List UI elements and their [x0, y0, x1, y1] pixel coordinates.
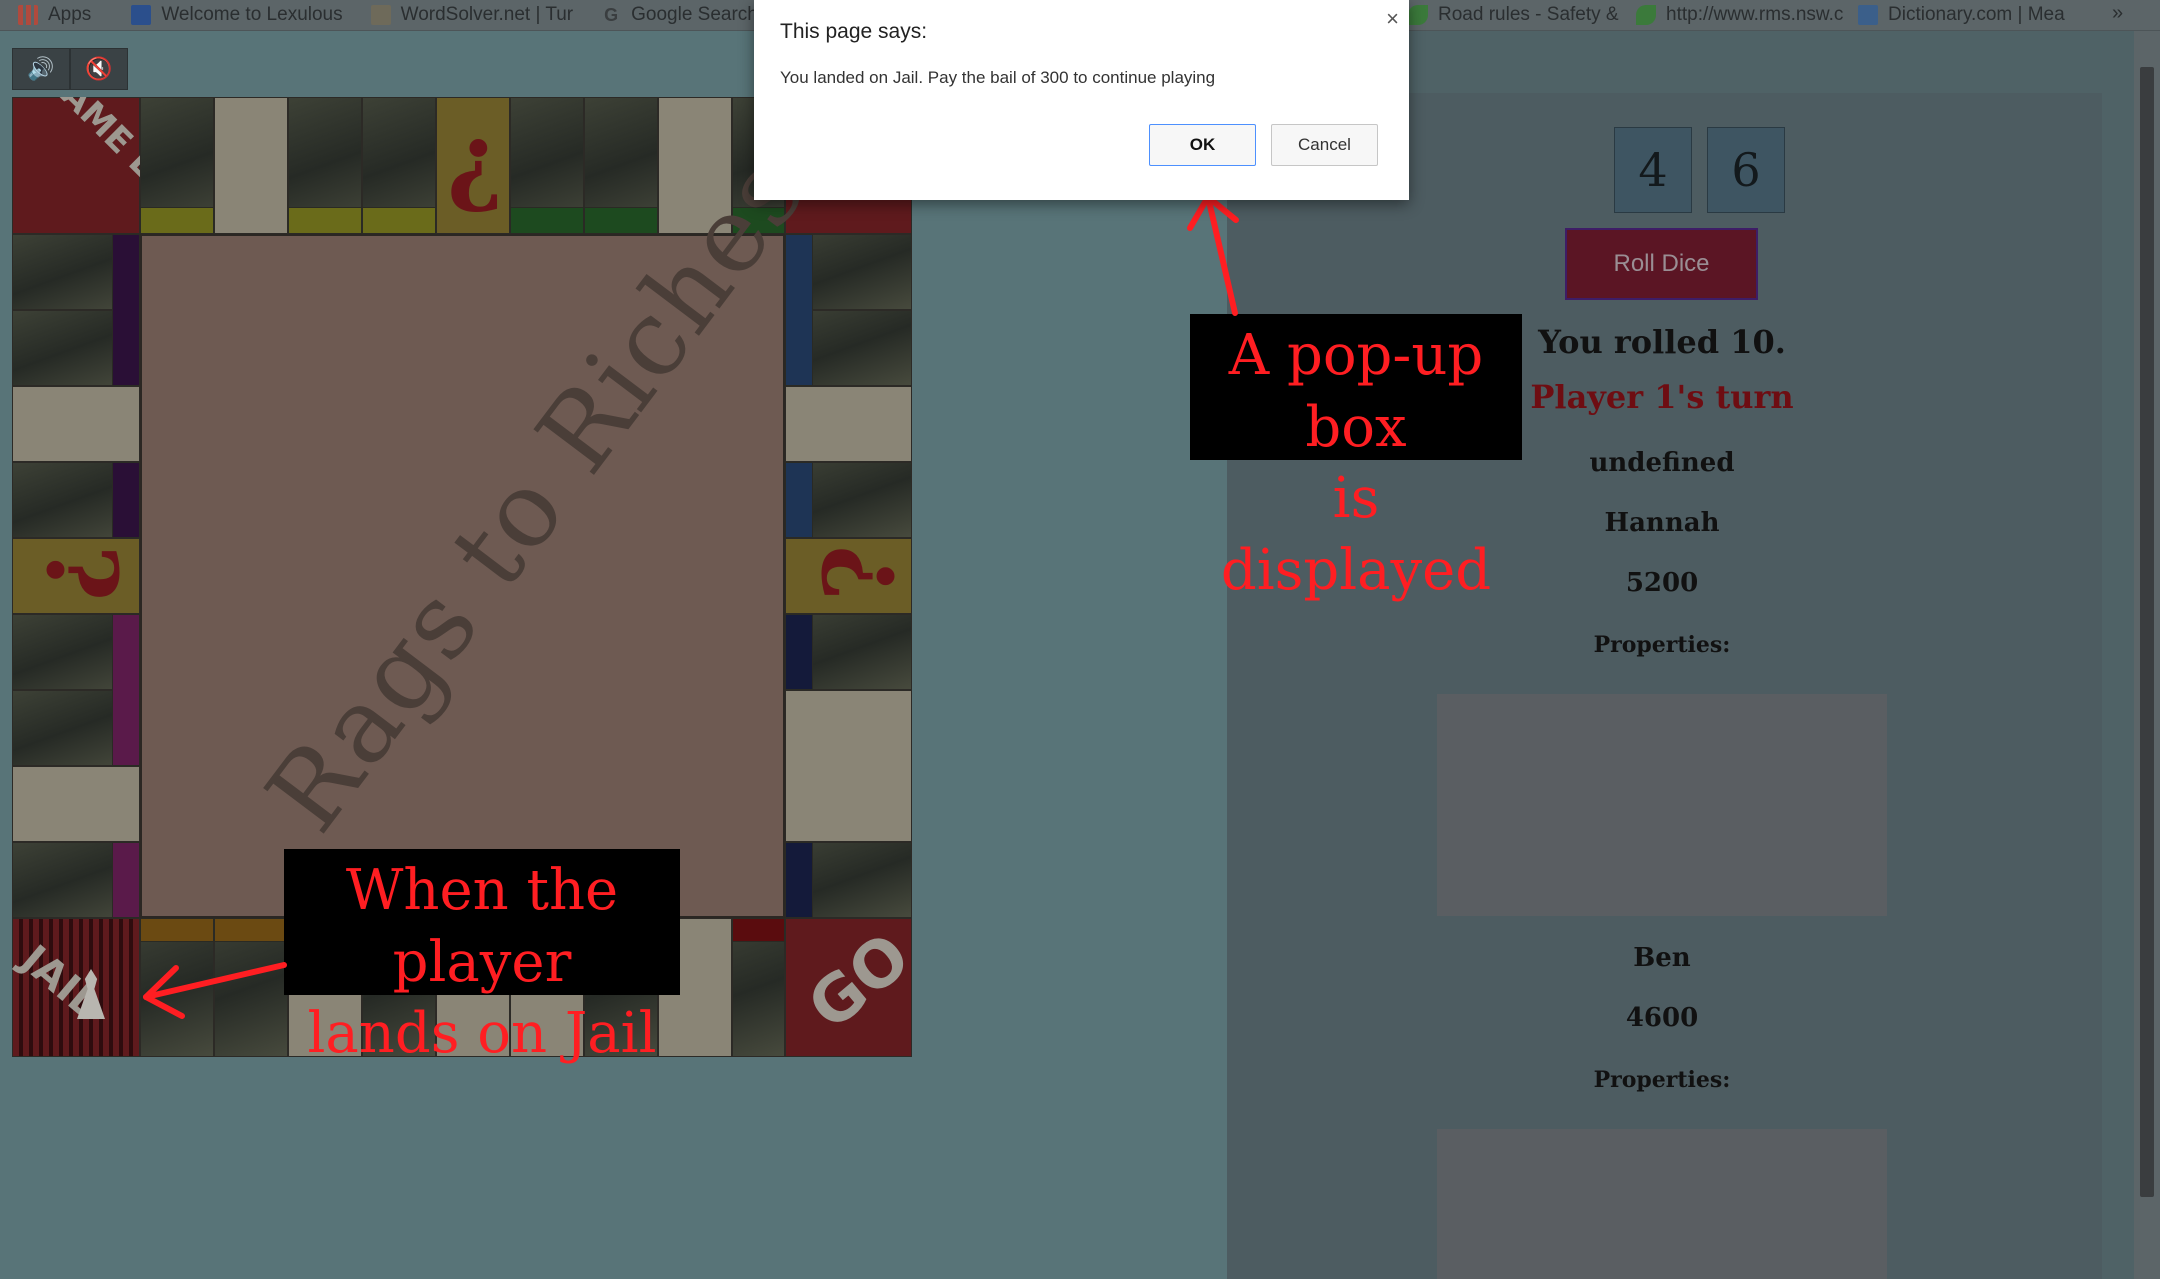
close-icon[interactable]: × [1386, 6, 1399, 32]
bookmark-lexulous[interactable]: Welcome to Lexulous [131, 4, 343, 26]
apps-grid-icon [18, 5, 38, 25]
player-1-money: 5200 [1625, 568, 1699, 598]
player-2-properties-list [1437, 1129, 1887, 1279]
bookmark-dictionary[interactable]: Dictionary.com | Mea [1858, 4, 2065, 26]
player-2-properties-label: Properties: [1593, 1067, 1731, 1093]
lexulous-icon [131, 5, 152, 25]
cancel-button[interactable]: Cancel [1271, 124, 1378, 166]
page-content: 🔊 🔇 GAME LUCK ¿ ? ? JAIL GO Rags to Rich… [0, 31, 2160, 1279]
player-2-money: 4600 [1625, 1003, 1699, 1033]
nsw-leaf-icon [1408, 5, 1428, 25]
dictionary-icon [1858, 5, 1878, 25]
player-2-name: Ben [1633, 943, 1691, 973]
bookmark-rms[interactable]: http://www.rms.nsw.c [1636, 4, 1843, 26]
ok-button[interactable]: OK [1149, 124, 1256, 166]
dialog-message: You landed on Jail. Pay the bail of 300 … [780, 68, 1216, 87]
google-icon: G [604, 5, 619, 25]
bookmarks-overflow-button[interactable]: » [2112, 2, 2123, 25]
status-message: undefined [1589, 448, 1735, 478]
roll-result: You rolled 10. [1538, 323, 1786, 361]
bookmark-google[interactable]: G Google Search [601, 4, 758, 26]
bookmark-road-rules[interactable]: Road rules - Safety & [1408, 4, 1619, 26]
die-2: 6 [1707, 127, 1785, 213]
player-1-properties-list [1437, 694, 1887, 916]
bookmark-wordsolver[interactable]: WordSolver.net | Tur [370, 4, 573, 26]
wordsolver-icon [370, 5, 391, 25]
dialog-title: This page says: [780, 20, 928, 43]
roll-dice-button[interactable]: Roll Dice [1565, 228, 1758, 300]
turn-indicator: Player 1's turn [1530, 378, 1794, 416]
bookmark-apps[interactable]: Apps [18, 4, 91, 26]
nsw-leaf-icon [1636, 5, 1656, 25]
player-1-name: Hannah [1604, 508, 1720, 538]
alert-dialog: This page says: × You landed on Jail. Pa… [754, 0, 1409, 200]
die-1: 4 [1614, 127, 1692, 213]
player-1-properties-label: Properties: [1593, 632, 1731, 658]
